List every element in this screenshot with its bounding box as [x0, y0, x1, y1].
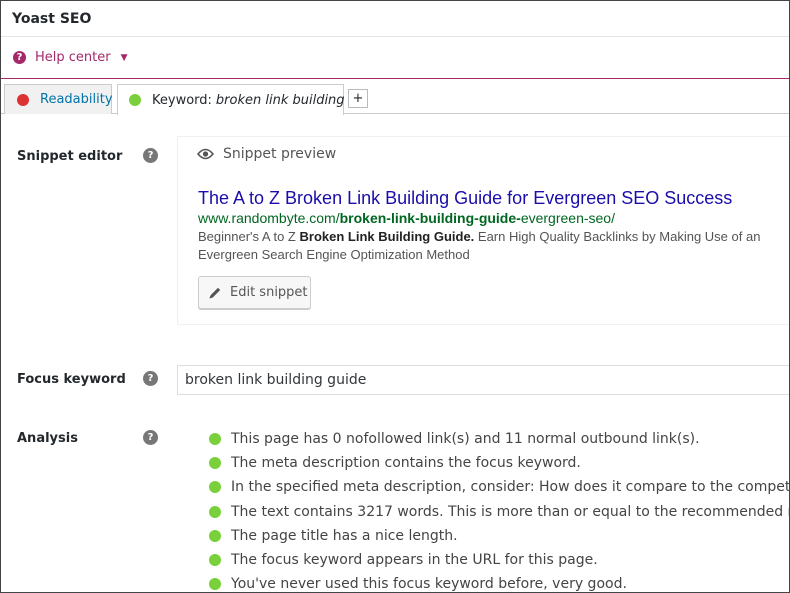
snippet-url-suffix: evergreen-seo/ [520, 210, 615, 226]
snippet-title[interactable]: The A to Z Broken Link Building Guide fo… [198, 188, 732, 209]
eye-icon [197, 148, 214, 160]
tab-bar: Readability Keyword: broken link buildin… [1, 79, 789, 115]
analysis-item-text: The text contains 3217 words. This is mo… [231, 503, 789, 520]
analysis-label: Analysis [17, 431, 78, 446]
analysis-item-text: The page title has a nice length. [231, 527, 458, 544]
status-good-icon [209, 578, 221, 591]
analysis-item: The focus keyword appears in the URL for… [209, 548, 789, 572]
status-good-icon [129, 94, 141, 106]
status-good-icon [209, 433, 221, 446]
analysis-item: You've never used this focus keyword bef… [209, 572, 789, 593]
focus-keyword-help-icon[interactable]: ? [143, 371, 158, 386]
panel-header[interactable]: Yoast SEO [1, 1, 789, 37]
analysis-item-text: The focus keyword appears in the URL for… [231, 552, 598, 569]
tab-keyword[interactable]: Keyword: broken link building ... [117, 84, 361, 115]
tab-keyword-value: broken link building ... [215, 92, 362, 108]
chevron-down-icon: ▼ [120, 52, 128, 63]
help-center-label: Help center [35, 50, 111, 65]
status-good-icon [209, 554, 221, 567]
analysis-help-icon[interactable]: ? [143, 430, 158, 445]
focus-keyword-label: Focus keyword [17, 372, 126, 387]
tab-keyword-prefix: Keyword: [152, 92, 212, 108]
snippet-url[interactable]: www.randombyte.com/broken-link-building-… [198, 210, 615, 226]
analysis-item: The page title has a nice length. [209, 524, 789, 548]
pencil-icon [209, 287, 221, 298]
snippet-help-icon[interactable]: ? [143, 148, 158, 163]
panel-title: Yoast SEO [12, 10, 92, 27]
analysis-item-text: In the specified meta description, consi… [231, 479, 790, 496]
analysis-item: This page has 0 nofollowed link(s) and 1… [209, 427, 789, 451]
analysis-item: The text contains 3217 words. This is mo… [209, 500, 789, 524]
snippet-url-prefix: www.randombyte.com/ [198, 210, 340, 226]
analysis-item-text: The meta description contains the focus … [231, 455, 581, 472]
snippet-desc-keyword: Broken Link Building Guide. [299, 229, 475, 244]
tab-readability[interactable]: Readability [4, 84, 113, 114]
analysis-item-text: You've never used this focus keyword bef… [231, 576, 627, 593]
snippet-url-keyword: broken-link-building-guide- [339, 210, 521, 226]
snippet-description[interactable]: Beginner's A to Z Broken Link Building G… [198, 228, 783, 264]
status-good-icon [209, 481, 221, 494]
status-good-icon [209, 505, 221, 518]
snippet-preview-label: Snippet preview [223, 146, 337, 162]
analysis-item-text: This page has 0 nofollowed link(s) and 1… [231, 431, 700, 448]
question-icon: ? [13, 51, 26, 64]
add-keyword-tab-button[interactable]: + [348, 89, 368, 108]
snippet-desc-prefix: Beginner's A to Z [198, 229, 300, 244]
status-good-icon [209, 457, 221, 470]
status-good-icon [209, 529, 221, 542]
edit-snippet-label: Edit snippet [230, 285, 308, 300]
tab-readability-label: Readability [40, 92, 113, 107]
analysis-item: The meta description contains the focus … [209, 451, 789, 475]
snippet-editor-label: Snippet editor [17, 149, 123, 164]
analysis-item: In the specified meta description, consi… [209, 475, 790, 499]
analysis-list: This page has 0 nofollowed link(s) and 1… [209, 427, 790, 593]
status-bad-icon [17, 93, 29, 106]
yoast-seo-panel: Yoast SEO ? Help center ▼ Readability Ke… [0, 0, 790, 593]
help-center-toggle[interactable]: ? Help center ▼ [1, 37, 789, 79]
snippet-preview-toggle[interactable]: Snippet preview [197, 146, 336, 162]
focus-keyword-input[interactable] [177, 365, 789, 395]
edit-snippet-button[interactable]: Edit snippet [198, 276, 311, 309]
